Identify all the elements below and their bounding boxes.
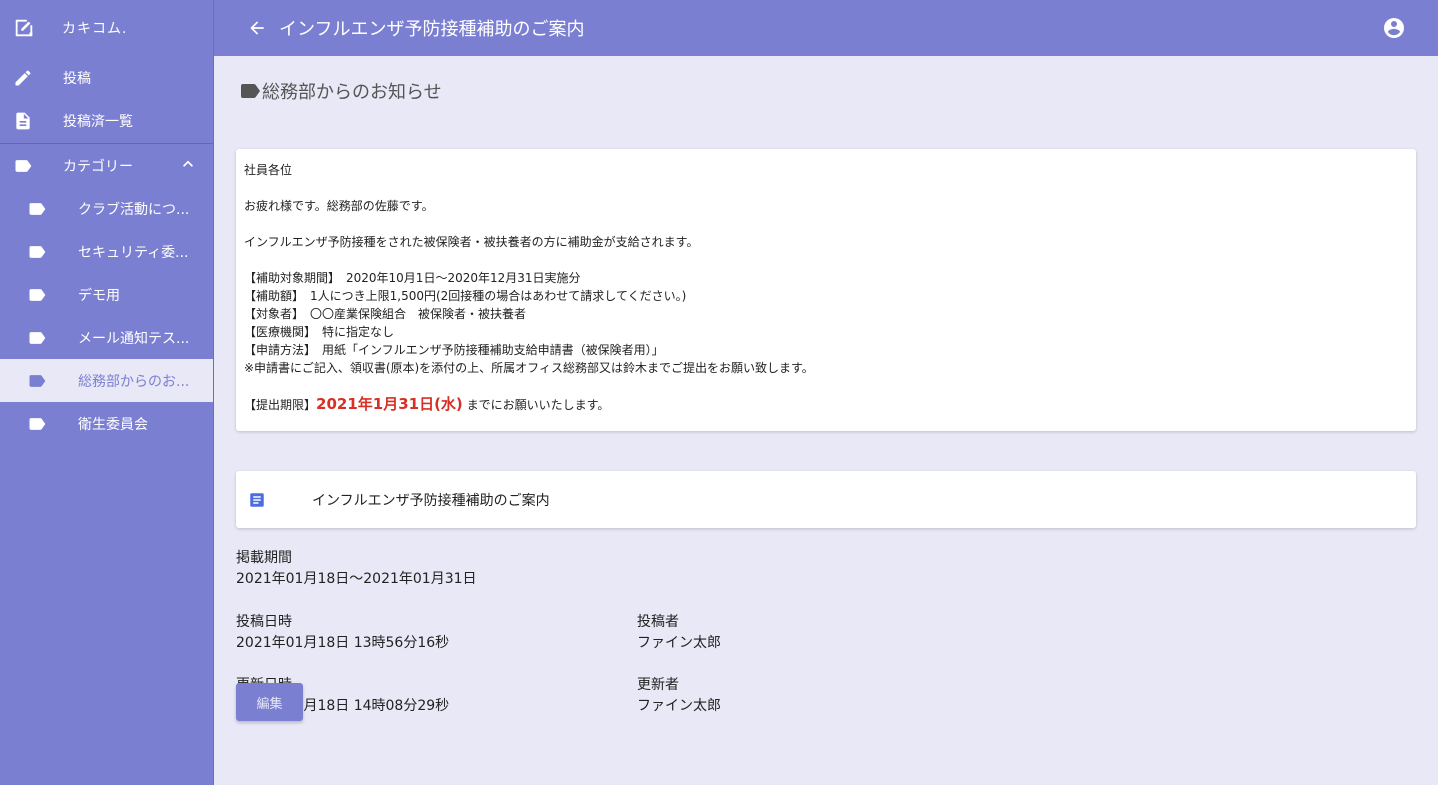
attachment-title: インフルエンザ予防接種補助のご案内 — [312, 492, 550, 509]
posted-at-value: 2021年01月18日 13時56分16秒 — [236, 635, 450, 651]
edit-button[interactable]: 編集 — [236, 683, 303, 721]
body-line: インフルエンザ予防接種をされた被保険者・被扶養者の方に補助金が支給されます。 — [244, 235, 699, 249]
pencil-icon — [12, 67, 34, 89]
sidebar-category-mail-test[interactable]: メール通知テス... — [0, 316, 213, 359]
page-title: インフルエンザ予防接種補助のご案内 — [279, 19, 585, 40]
body-line: 【対象者】 〇〇産業保険組合 被保険者・被扶養者 — [244, 307, 527, 321]
account-circle-icon[interactable] — [1382, 16, 1406, 40]
body-line: 社員各位 — [244, 163, 293, 177]
label-icon — [26, 413, 48, 435]
sidebar-item-label: デモ用 — [78, 287, 120, 304]
updater-value: ファイン太郎 — [637, 698, 721, 714]
document-icon — [12, 110, 34, 132]
label-icon — [238, 79, 262, 103]
sidebar-item-post[interactable]: 投稿 — [0, 56, 213, 99]
body-line: 【補助額】 1人につき上限1,500円(2回接種の場合はあわせて請求してください… — [244, 289, 687, 303]
posted-at: 投稿日時 2021年01月18日 13時56分16秒 — [236, 612, 449, 654]
body-line: お疲れ様です。総務部の佐藤です。 — [244, 199, 434, 213]
chevron-up-icon[interactable] — [178, 154, 198, 178]
main-content: 総務部からのお知らせ 社員各位 お疲れ様です。総務部の佐藤です。 インフルエンザ… — [214, 56, 1438, 785]
sidebar-item-label: カテゴリー — [63, 158, 133, 175]
sidebar-category-demo[interactable]: デモ用 — [0, 273, 213, 316]
sidebar-item-category[interactable]: カテゴリー — [0, 144, 213, 187]
publish-period-value: 2021年01月18日〜2021年01月31日 — [236, 571, 477, 587]
sidebar-item-label: 総務部からのお... — [78, 373, 190, 390]
poster-label: 投稿者 — [637, 614, 679, 630]
publish-period-label: 掲載期間 — [236, 550, 292, 566]
attachment-item[interactable]: インフルエンザ予防接種補助のご案内 — [236, 471, 1416, 528]
brand-name: カキコム. — [62, 21, 128, 37]
posted-at-label: 投稿日時 — [236, 614, 292, 630]
top-app-bar: インフルエンザ予防接種補助のご案内 — [214, 0, 1438, 56]
category-heading: 総務部からのお知らせ — [238, 78, 442, 104]
brand[interactable]: カキコム. — [0, 0, 213, 56]
poster: 投稿者 ファイン太郎 — [637, 612, 721, 654]
label-icon — [26, 327, 48, 349]
description-icon — [248, 491, 266, 509]
sidebar-item-label: 投稿済一覧 — [63, 113, 133, 130]
sidebar-item-posted-list[interactable]: 投稿済一覧 — [0, 99, 213, 142]
sidebar-category-health-committee[interactable]: 衛生委員会 — [0, 402, 213, 445]
body-line: 【医療機関】 特に指定なし — [244, 325, 395, 339]
body-line: ※申請書にご記入、領収書(原本)を添付の上、所属オフィス総務部又は鈴木までご提出… — [244, 361, 814, 375]
sidebar-item-label: セキュリティ委... — [78, 244, 189, 261]
sidebar-category-club[interactable]: クラブ活動につ... — [0, 187, 213, 230]
deadline-date: 2021年1月31日(水) — [316, 395, 463, 413]
category-heading-text: 総務部からのお知らせ — [262, 82, 442, 103]
label-icon — [26, 241, 48, 263]
sidebar-item-label: クラブ活動につ... — [78, 201, 190, 218]
back-arrow-icon[interactable] — [247, 18, 267, 38]
body-line: 【申請方法】 用紙「インフルエンザ予防接種補助支給申請書（被保険者用）」 — [244, 343, 664, 357]
edit-note-logo-icon — [12, 16, 36, 40]
sidebar: カキコム. 投稿 投稿済一覧 カテゴリー クラブ活動につ... セキュリティ委.… — [0, 0, 214, 785]
poster-value: ファイン太郎 — [637, 635, 721, 651]
updater-label: 更新者 — [637, 677, 679, 693]
deadline-suffix: までにお願いいたします。 — [462, 398, 610, 412]
label-icon — [12, 155, 34, 177]
label-icon — [26, 370, 48, 392]
body-line: 【補助対象期間】 2020年10月1日〜2020年12月31日実施分 — [244, 271, 581, 285]
updater: 更新者 ファイン太郎 — [637, 675, 721, 717]
post-body-card: 社員各位 お疲れ様です。総務部の佐藤です。 インフルエンザ予防接種をされた被保険… — [236, 149, 1416, 431]
label-icon — [26, 284, 48, 306]
sidebar-category-security[interactable]: セキュリティ委... — [0, 230, 213, 273]
label-icon — [26, 198, 48, 220]
sidebar-item-label: 衛生委員会 — [78, 416, 148, 433]
deadline-prefix: 【提出期限】 — [244, 398, 317, 412]
deadline-line: 【提出期限】2021年1月31日(水) までにお願いいたします。 — [244, 395, 1408, 414]
sidebar-item-label: メール通知テス... — [78, 330, 190, 347]
sidebar-item-label: 投稿 — [63, 70, 91, 87]
publish-period: 掲載期間 2021年01月18日〜2021年01月31日 — [236, 548, 477, 590]
sidebar-category-general-affairs[interactable]: 総務部からのお... — [0, 359, 213, 402]
